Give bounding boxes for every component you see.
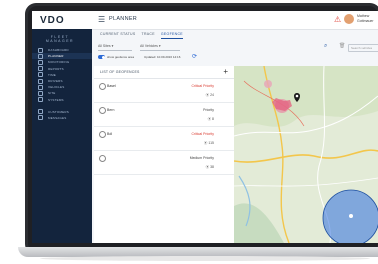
map-canvas[interactable]: [234, 66, 378, 243]
geofence-icon: [99, 107, 106, 114]
site-select-value: All Sites: [98, 44, 111, 48]
toggle-label: show geofence area: [107, 55, 135, 59]
geofence-list-panel: LIST OF GEOFENCES + Basel Critical Prior…: [94, 66, 234, 243]
customers-icon: [38, 109, 43, 115]
geofence-icon: [99, 155, 106, 162]
laptop-shadow: [40, 256, 370, 261]
top-bar: VDO ☰ PLANNER ⚠ Mathew Gottmauer: [32, 11, 378, 30]
priority-label: Medium Priority: [189, 156, 214, 160]
priority-label: Critical Priority: [191, 132, 214, 136]
sidebar: FLEET MANAGER DASHBOARD PLANNER MONITORI…: [32, 29, 92, 243]
geofence-area-toggle[interactable]: [98, 55, 105, 59]
vehicle-count-value: 38: [210, 165, 214, 169]
map-view[interactable]: [234, 66, 378, 243]
search-input[interactable]: Search vehicles: [348, 44, 378, 52]
tab-trace[interactable]: TRACE: [142, 32, 155, 39]
location-pin-dot: [295, 94, 299, 98]
vehicle-select[interactable]: All Vehicles ▾: [140, 44, 180, 51]
monitoring-icon: [38, 59, 43, 65]
trash-icon[interactable]: 🗑: [339, 43, 345, 49]
refresh-icon[interactable]: ⟳: [192, 53, 197, 60]
priority-label: Priority: [203, 108, 214, 112]
geofence-name: Bdl: [107, 132, 113, 136]
vehicle-marker-icon[interactable]: [349, 214, 353, 218]
sidebar-item-label: VEHICLES: [48, 85, 65, 90]
systems-icon: [38, 97, 43, 103]
dashboard-icon: [38, 47, 43, 53]
geofence-name: Basel: [107, 84, 116, 88]
geofence-row[interactable]: Basel Critical Priority ⦿ 24: [94, 79, 234, 103]
sidebar-item-label: DRIVERS: [48, 79, 63, 84]
app-screen: VDO ☰ PLANNER ⚠ Mathew Gottmauer FLEET M…: [32, 11, 378, 243]
site-icon: [38, 90, 43, 96]
page-title: PLANNER: [109, 16, 138, 22]
sidebar-item-label: DASHBOARD: [48, 48, 69, 53]
site-select[interactable]: All Sites ▾: [98, 44, 132, 51]
clock-icon: [38, 72, 43, 78]
geofence-row[interactable]: Medium Priority ⦿ 38: [94, 151, 234, 175]
filter-bar: All Sites ▾ All Vehicles ▾ ⌕ 🗑 Search ve…: [96, 43, 378, 64]
vehicle-count-value: 8: [212, 117, 214, 121]
geofence-area-small[interactable]: [264, 80, 272, 88]
driver-icon: [38, 78, 43, 84]
truck-icon: [38, 84, 43, 90]
sidebar-item-label: TIME: [48, 72, 56, 77]
vehicle-count-value: 24: [210, 93, 214, 97]
geofence-row[interactable]: Bdl Critical Priority ⦿ 115: [94, 127, 234, 151]
sidebar-item-label: SITE: [48, 91, 56, 96]
geofence-icon: [99, 83, 106, 90]
vehicle-count: ⦿ 8: [207, 117, 214, 121]
sidebar-item-label: PLANNER: [48, 54, 64, 59]
last-updated: Updated: 10.09.2016 14:16: [144, 55, 181, 59]
user-name[interactable]: Mathew Gottmauer: [357, 14, 378, 23]
planner-icon: [38, 53, 43, 59]
geofence-icon: [99, 131, 106, 138]
add-geofence-button[interactable]: +: [223, 67, 228, 76]
panel-title: LIST OF GEOFENCES: [100, 70, 140, 74]
sidebar-brand: FLEET MANAGER: [45, 35, 75, 43]
sidebar-nav: DASHBOARD PLANNER MONITORING REPORTS TIM…: [32, 47, 92, 121]
geofence-row[interactable]: Bern Priority ⦿ 8: [94, 103, 234, 127]
sidebar-item-label: MONITORING: [48, 60, 70, 65]
sidebar-item-messages[interactable]: MESSAGES: [32, 115, 92, 121]
priority-label: Critical Priority: [191, 84, 214, 88]
menu-icon[interactable]: ☰: [98, 15, 105, 24]
vehicle-count-value: 115: [208, 141, 214, 145]
vehicle-select-value: All Vehicles: [140, 44, 158, 48]
sidebar-item-systems[interactable]: SYSTEMS: [32, 97, 92, 103]
sidebar-item-label: MESSAGES: [48, 115, 67, 120]
messages-icon: [38, 115, 43, 121]
vehicle-count: ⦿ 38: [205, 165, 214, 169]
vehicle-count: ⦿ 24: [205, 93, 214, 97]
sidebar-item-label: CUSTOMERS: [48, 109, 69, 114]
search-icon[interactable]: ⌕: [324, 43, 327, 50]
avatar[interactable]: [344, 14, 354, 24]
sidebar-item-label: SYSTEMS: [48, 97, 64, 102]
vehicle-count: ⦿ 115: [203, 141, 214, 145]
tab-current-status[interactable]: CURRENT STATUS: [100, 32, 136, 39]
panel-header: LIST OF GEOFENCES +: [94, 66, 234, 79]
alert-icon[interactable]: ⚠: [334, 15, 341, 24]
geofence-name: Bern: [107, 108, 115, 112]
vdo-logo[interactable]: VDO: [40, 15, 65, 26]
sidebar-item-label: REPORTS: [48, 66, 64, 71]
tab-geofence[interactable]: GEOFENCE: [160, 32, 183, 39]
tab-bar: CURRENT STATUS TRACE GEOFENCE: [100, 32, 183, 39]
reports-icon: [38, 66, 43, 72]
